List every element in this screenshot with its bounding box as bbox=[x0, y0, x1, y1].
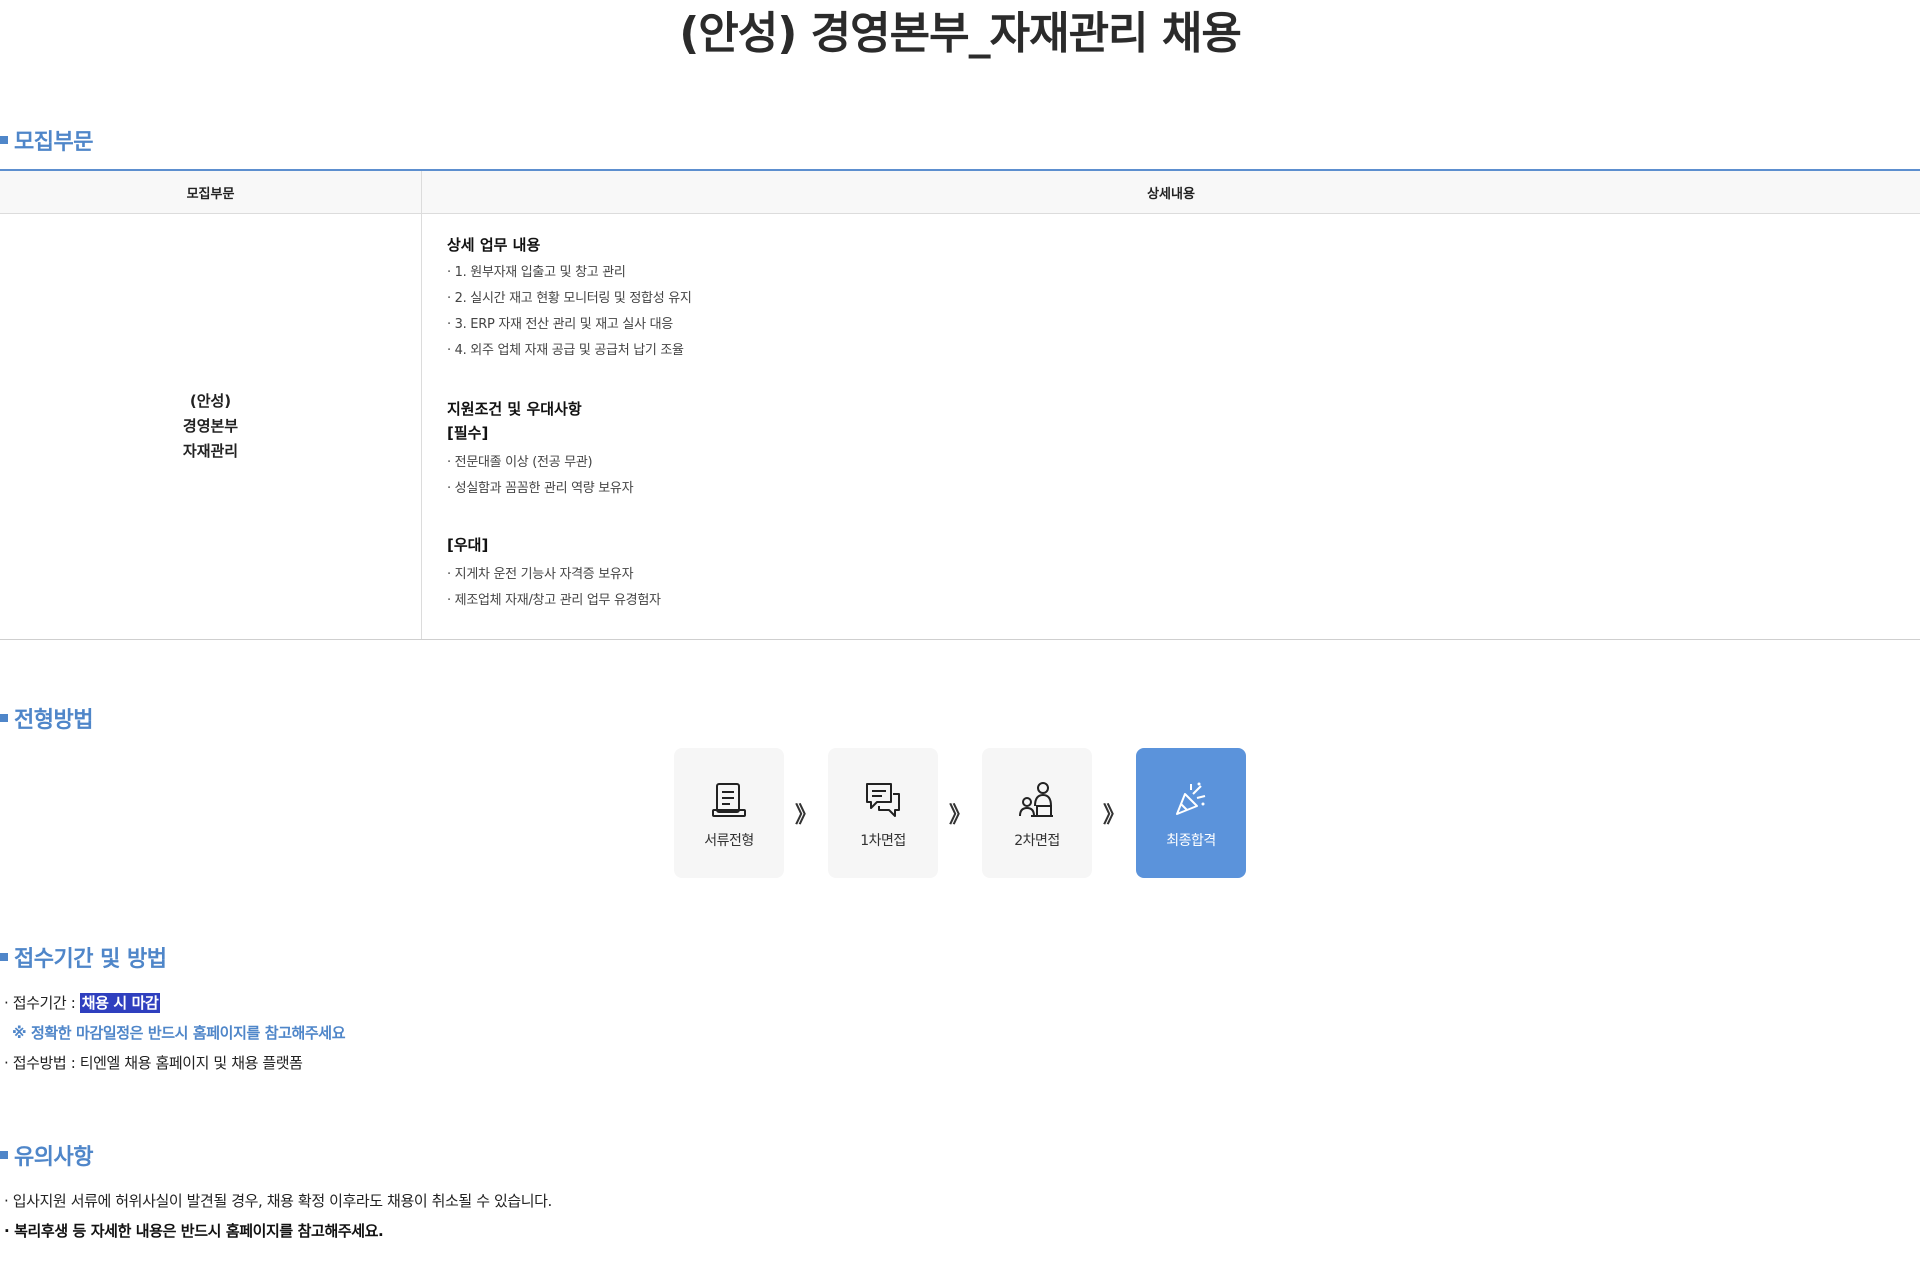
duty-item: · 1. 원부자재 입출고 및 창고 관리 bbox=[447, 265, 626, 280]
table-row: (안성) 경영본부 자재관리 상세 업무 내용 · 1. 원부자재 입출고 및 … bbox=[0, 213, 1920, 640]
preferred-item: · 제조업체 자재/창고 관리 업무 유경험자 bbox=[447, 593, 661, 608]
required-item: · 성실함과 꼼꼼한 관리 역량 보유자 bbox=[447, 481, 634, 496]
duty-item: · 2. 실시간 재고 현황 모니터링 및 정합성 유지 bbox=[447, 291, 692, 306]
process-step-final: 최종합격 bbox=[1136, 748, 1246, 878]
recruit-table: 모집부문 상세내용 (안성) 경영본부 자재관리 상세 업무 내용 · 1. 원… bbox=[0, 169, 1920, 640]
chevron-right-double-icon: 》 bbox=[794, 803, 817, 828]
detail-cell: 상세 업무 내용 · 1. 원부자재 입출고 및 창고 관리 · 2. 실시간 … bbox=[421, 213, 1920, 640]
table-header-row: 모집부문 상세내용 bbox=[0, 170, 1920, 214]
apply-method: · 접수방법 : 티엔엘 채용 홈페이지 및 채용 플랫폼 bbox=[4, 1054, 303, 1072]
bullet-square-icon bbox=[0, 136, 8, 144]
qualifications-heading: 지원조건 및 우대사항 bbox=[447, 400, 582, 418]
duty-item: · 4. 외주 업체 자재 공급 및 공급처 납기 조율 bbox=[447, 343, 684, 358]
department-cell: (안성) 경영본부 자재관리 bbox=[0, 213, 422, 640]
section-heading-label: 접수기간 및 방법 bbox=[14, 947, 167, 972]
required-label: [필수] bbox=[447, 424, 489, 442]
apply-period: · 접수기간 : 채용 시 마감 bbox=[4, 992, 161, 1013]
party-popper-icon bbox=[1176, 782, 1206, 815]
required-item: · 전문대졸 이상 (전공 무관) bbox=[447, 455, 593, 470]
table-header-department: 모집부문 bbox=[0, 170, 422, 214]
process-step-second-interview: 2차면접 bbox=[982, 748, 1092, 878]
section-heading-label: 전형방법 bbox=[14, 708, 93, 733]
table-header-detail: 상세내용 bbox=[421, 170, 1920, 214]
interview-people-icon bbox=[1019, 782, 1053, 817]
process-step-first-interview: 1차면접 bbox=[828, 748, 938, 878]
department-line: 경영본부 bbox=[182, 417, 239, 435]
bullet-square-icon bbox=[0, 953, 8, 961]
apply-notice: ※ 정확한 마감일정은 반드시 홈페이지를 참고해주세요 bbox=[12, 1024, 346, 1042]
process-step-label: 서류전형 bbox=[704, 833, 754, 849]
document-icon bbox=[712, 783, 746, 817]
page-title: (안성) 경영본부_자재관리 채용 bbox=[679, 8, 1242, 59]
department-line: (안성) bbox=[189, 392, 232, 410]
apply-period-value: 채용 시 마감 bbox=[79, 993, 161, 1013]
section-heading-apply: 접수기간 및 방법 bbox=[0, 941, 167, 973]
chevron-right-double-icon: 》 bbox=[1102, 803, 1125, 828]
process-step-label: 최종합격 bbox=[1166, 833, 1216, 849]
section-heading-recruit: 모집부문 bbox=[0, 124, 93, 156]
duties-heading: 상세 업무 내용 bbox=[447, 236, 541, 254]
section-heading-label: 모집부문 bbox=[14, 130, 93, 155]
bullet-square-icon bbox=[0, 1151, 8, 1159]
section-heading-process: 전형방법 bbox=[0, 702, 93, 734]
process-step-label: 1차면접 bbox=[860, 833, 906, 849]
department-line: 자재관리 bbox=[182, 442, 239, 460]
process-steps: 서류전형 》 1차면접 》 2차면접 》 최종합격 bbox=[674, 748, 1246, 878]
process-step-label: 2차면접 bbox=[1014, 833, 1060, 849]
process-step-document: 서류전형 bbox=[674, 748, 784, 878]
section-heading-notes: 유의사항 bbox=[0, 1139, 93, 1171]
note-item: · 입사지원 서류에 허위사실이 발견될 경우, 채용 확정 이후라도 채용이 … bbox=[4, 1192, 552, 1210]
duty-item: · 3. ERP 자재 전산 관리 및 재고 실사 대응 bbox=[447, 317, 673, 332]
apply-period-label: · 접수기간 : bbox=[4, 994, 80, 1012]
bullet-square-icon bbox=[0, 714, 8, 722]
note-item: · 복리후생 등 자세한 내용은 반드시 홈페이지를 참고해주세요. bbox=[4, 1222, 384, 1240]
preferred-label: [우대] bbox=[447, 536, 489, 554]
preferred-item: · 지게차 운전 기능사 자격증 보유자 bbox=[447, 567, 634, 582]
chevron-right-double-icon: 》 bbox=[948, 803, 971, 828]
chat-bubbles-icon bbox=[866, 783, 900, 817]
section-heading-label: 유의사항 bbox=[14, 1145, 93, 1170]
